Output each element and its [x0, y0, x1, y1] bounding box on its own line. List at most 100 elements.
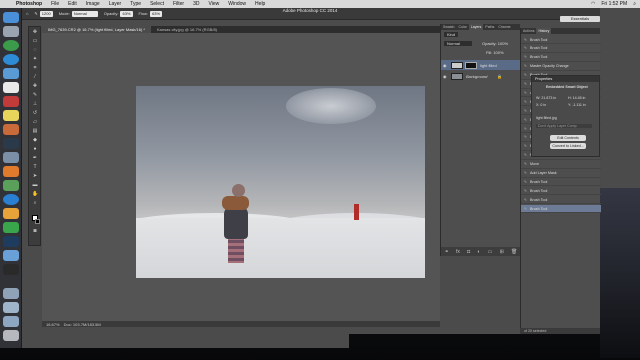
history-item[interactable]: ✎Master Opacity Change	[521, 63, 601, 71]
music-icon[interactable]	[3, 96, 19, 107]
visibility-eye-icon[interactable]: ◉	[443, 63, 447, 68]
camtasia-icon[interactable]	[3, 222, 19, 233]
tab-other-document[interactable]: Kansas city.jpg @ 16.7% (RGB/8)	[151, 26, 223, 33]
search-icon[interactable]: ⌕	[633, 1, 636, 7]
menu-layer[interactable]: Layer	[109, 1, 122, 7]
fx-icon[interactable]: fx	[456, 249, 460, 255]
layer-name[interactable]: light filled	[480, 63, 497, 68]
crop-tool-icon[interactable]: ⌗	[32, 66, 38, 71]
visibility-eye-icon[interactable]: ◉	[443, 74, 447, 79]
tab-layers[interactable]: Layers	[468, 24, 484, 30]
app-menu[interactable]: Photoshop	[16, 1, 42, 7]
photoshop-icon[interactable]	[3, 236, 19, 247]
hand-icon[interactable]: ✋	[32, 192, 38, 197]
photos-icon[interactable]	[3, 124, 19, 135]
layer-comp-select[interactable]: Don't Apply Layer Comp	[536, 124, 592, 128]
flow-field[interactable]: 63%	[150, 10, 163, 17]
x-field[interactable]: X: 0 in	[536, 103, 546, 107]
tab-active-document[interactable]: IMG_7639.CR2 @ 16.7% (light filled, Laye…	[42, 26, 151, 33]
lasso-tool-icon[interactable]: ◌	[32, 48, 38, 53]
eraser-icon[interactable]: ▱	[32, 120, 38, 125]
dodge-icon[interactable]: ●	[32, 147, 38, 152]
tab-color[interactable]: Color	[456, 24, 468, 30]
chrome-icon[interactable]	[3, 40, 19, 51]
appstore-icon[interactable]	[3, 194, 19, 205]
workspace-switcher[interactable]: Essentials	[560, 16, 600, 22]
menu-filter[interactable]: Filter	[173, 1, 184, 7]
type-icon[interactable]: T	[32, 165, 38, 170]
wifi-icon[interactable]: ◠	[591, 1, 595, 7]
zoom-icon[interactable]: ⌕	[32, 201, 38, 206]
blur-icon[interactable]: ◆	[32, 138, 38, 143]
clone-stamp-icon[interactable]: ⊥	[32, 102, 38, 107]
height-field[interactable]: H: 14.45 in	[568, 96, 585, 100]
history-item[interactable]: ✎Add Layer Mask	[521, 170, 601, 178]
background-color[interactable]	[35, 219, 40, 224]
blend-mode-select[interactable]: Normal	[444, 41, 472, 46]
link-layers-icon[interactable]: ⚭	[445, 249, 449, 255]
history-item[interactable]: ✎ Move	[521, 161, 601, 169]
finder-icon[interactable]	[3, 12, 19, 23]
lightroom-icon[interactable]	[3, 138, 19, 149]
downloads-icon[interactable]	[3, 316, 19, 327]
layer-mask-thumbnail[interactable]	[465, 61, 477, 69]
pen-icon[interactable]: ✒	[32, 156, 38, 161]
filter-kind[interactable]: Kind	[444, 32, 459, 37]
clock[interactable]: Fri 1:52 PM	[601, 1, 627, 7]
group-icon[interactable]: ▭	[488, 249, 493, 255]
terminal-icon[interactable]	[3, 264, 19, 275]
brush-icon[interactable]: ✎	[32, 93, 38, 98]
layer-fill[interactable]: Fill: 100%	[486, 50, 504, 55]
marquee-tool-icon[interactable]: ▭	[32, 39, 38, 44]
finder2-icon[interactable]	[3, 152, 19, 163]
history-item[interactable]: ✎Brush Tool	[521, 205, 601, 214]
gradient-icon[interactable]: ▤	[32, 129, 38, 134]
layer-row[interactable]: ◉ light filled	[441, 60, 521, 70]
home-icon[interactable]: ⌂	[26, 11, 28, 16]
quick-select-icon[interactable]: ✦	[32, 57, 38, 62]
brush-tool-icon[interactable]: ✎	[34, 11, 37, 16]
tab-channels[interactable]: Channe	[496, 24, 512, 30]
folder2-icon[interactable]	[3, 302, 19, 313]
layer-name[interactable]: Background	[466, 74, 487, 79]
tab-paths[interactable]: Paths	[483, 24, 496, 30]
maps-icon[interactable]	[3, 180, 19, 191]
illustrator-icon[interactable]	[3, 208, 19, 219]
tab-swatches[interactable]: Swatch	[441, 24, 456, 30]
opacity-field[interactable]: 63%	[120, 10, 133, 17]
brush-size-field[interactable]: 1200	[39, 10, 53, 17]
menu-file[interactable]: File	[51, 1, 59, 7]
edit-contents-button[interactable]: Edit Contents	[550, 135, 586, 141]
folder-icon[interactable]	[3, 288, 19, 299]
history-item[interactable]: ✎Brush Tool	[521, 178, 601, 187]
notes-icon[interactable]	[3, 110, 19, 121]
menu-edit[interactable]: Edit	[68, 1, 77, 7]
menu-view[interactable]: View	[209, 1, 220, 7]
history-brush-icon[interactable]: ↺	[32, 111, 38, 116]
safari-icon[interactable]	[3, 54, 19, 65]
menu-select[interactable]: Select	[150, 1, 164, 7]
quick-mask-icon[interactable]: ◙	[32, 229, 38, 234]
eyedropper-icon[interactable]: ⁄	[32, 75, 38, 80]
mode-select[interactable]: Normal	[71, 10, 98, 17]
doc-info[interactable]: Doc: 103.7M/183.5M	[64, 322, 101, 327]
delete-layer-icon[interactable]: 🗑	[511, 249, 517, 255]
photo-image[interactable]	[136, 86, 425, 278]
mail-icon[interactable]	[3, 68, 19, 79]
zoom-level[interactable]: 16.67%	[46, 322, 60, 327]
menu-type[interactable]: Type	[130, 1, 141, 7]
preview-icon[interactable]	[3, 250, 19, 261]
y-field[interactable]: Y: -1.111 in	[568, 103, 586, 107]
history-item[interactable]: ✎Brush Tool	[521, 187, 601, 196]
move-tool-icon[interactable]: ✥	[32, 30, 38, 35]
new-layer-icon[interactable]: ⊞	[500, 249, 504, 255]
ibooks-icon[interactable]	[3, 166, 19, 177]
history-item[interactable]: ✎Brush Tool	[521, 196, 601, 205]
menu-3d[interactable]: 3D	[193, 1, 199, 7]
add-mask-icon[interactable]: ◘	[467, 249, 470, 255]
menu-image[interactable]: Image	[86, 1, 100, 7]
tab-actions[interactable]: Actions	[521, 28, 536, 34]
history-item[interactable]: ✎Brush Tool	[521, 54, 601, 62]
adjustment-icon[interactable]: ◐	[477, 249, 480, 255]
layer-opacity[interactable]: Opacity: 100%	[482, 41, 508, 46]
